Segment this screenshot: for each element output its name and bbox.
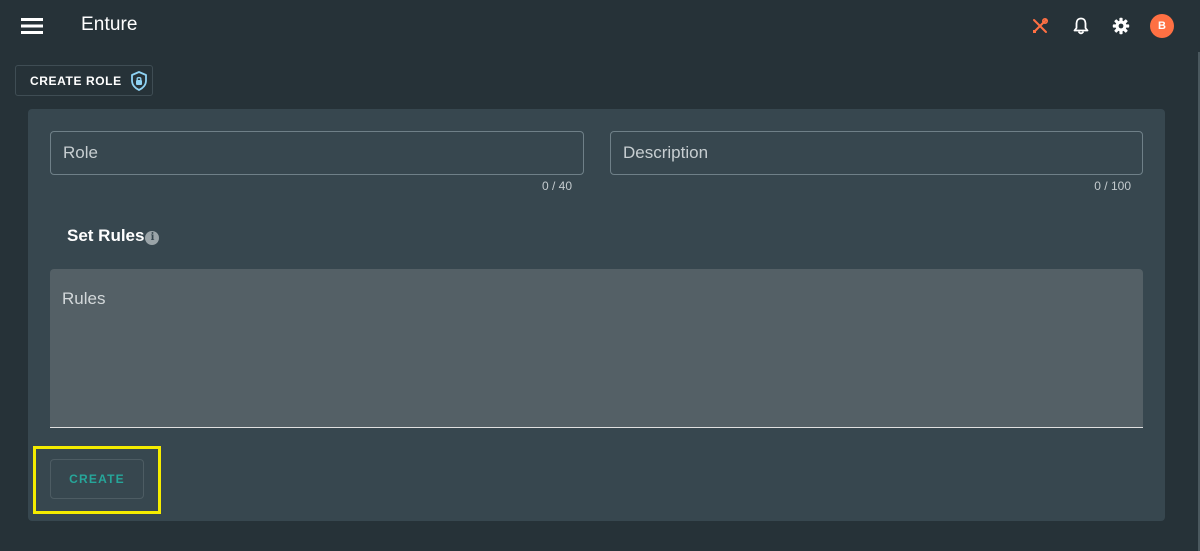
gear-icon [1112, 17, 1130, 35]
shield-lock-icon [130, 70, 147, 91]
description-char-counter: 0 / 100 [1094, 179, 1131, 193]
description-field[interactable] [610, 131, 1143, 175]
menu-button[interactable] [12, 10, 52, 42]
tools-icon [1033, 17, 1049, 33]
set-rules-heading: Set Rules i [67, 226, 160, 246]
role-field[interactable] [50, 131, 584, 175]
bell-icon [1073, 17, 1089, 35]
set-rules-title: Set Rules [67, 226, 145, 245]
top-app-bar: Enture B [0, 0, 1200, 52]
notifications-button[interactable] [1068, 13, 1094, 39]
role-input[interactable] [51, 132, 583, 174]
hamburger-menu-icon [21, 18, 43, 34]
rules-textarea[interactable] [50, 269, 1143, 427]
info-icon[interactable]: i [145, 230, 160, 245]
create-role-chip[interactable]: CREATE ROLE [15, 65, 153, 96]
create-button[interactable]: CREATE [50, 459, 144, 499]
app-title: Enture [81, 14, 138, 35]
role-char-counter: 0 / 40 [541, 179, 572, 193]
description-input[interactable] [611, 132, 1142, 174]
create-role-form-card: 0 / 40 0 / 100 Set Rules i [28, 109, 1165, 521]
user-avatar[interactable]: B [1150, 14, 1174, 38]
settings-button[interactable] [1108, 13, 1134, 39]
create-role-chip-label: CREATE ROLE [30, 73, 122, 88]
rules-field[interactable] [50, 269, 1143, 428]
tools-button[interactable] [1027, 13, 1053, 39]
